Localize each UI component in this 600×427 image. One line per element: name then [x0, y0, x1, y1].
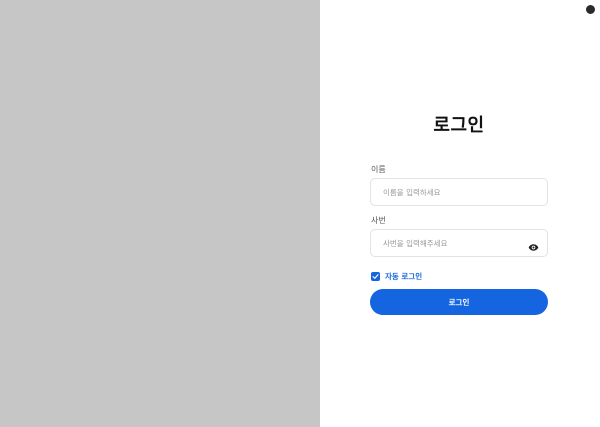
eye-icon[interactable]	[528, 238, 539, 251]
page-title: 로그인	[433, 115, 485, 136]
name-label: 이름	[371, 165, 386, 174]
login-button[interactable]: 로그인	[370, 289, 548, 315]
auto-login-checkbox[interactable]	[371, 272, 380, 281]
name-field-container	[370, 178, 548, 206]
side-image-panel	[0, 0, 320, 427]
status-dot-icon	[586, 5, 595, 14]
auto-login-label[interactable]: 자동 로그인	[385, 271, 422, 282]
employee-id-input[interactable]	[383, 230, 523, 256]
check-icon	[372, 274, 379, 279]
login-panel	[320, 0, 600, 427]
name-input[interactable]	[383, 179, 523, 205]
employee-id-field-container	[370, 229, 548, 257]
employee-id-label: 사번	[371, 216, 386, 225]
